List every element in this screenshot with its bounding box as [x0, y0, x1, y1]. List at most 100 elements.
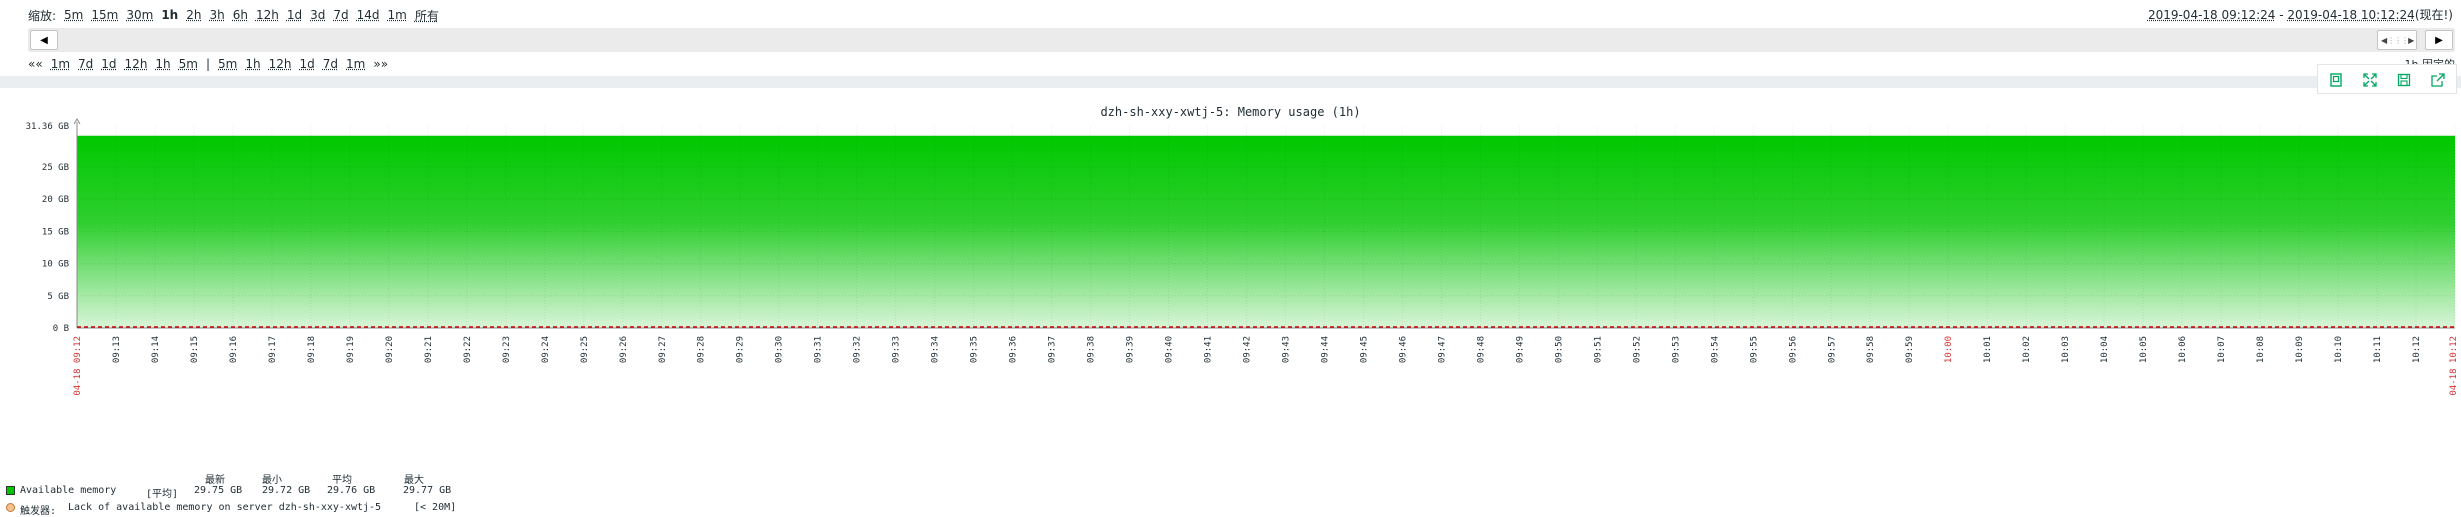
- nav-forward-link[interactable]: 1m: [346, 57, 365, 71]
- nav-back-link[interactable]: 1m: [51, 57, 70, 71]
- x-tick-label: 09:15: [190, 336, 200, 363]
- nav-forward-link[interactable]: 1h: [245, 57, 260, 71]
- fullscreen-button[interactable]: [2354, 67, 2386, 93]
- x-tick-label: 09:14: [151, 336, 161, 363]
- x-tick-label: 09:21: [424, 336, 434, 363]
- x-tick-label: 10:09: [2295, 336, 2305, 363]
- x-tick-label: 09:36: [1009, 336, 1019, 363]
- x-tick-label: 09:56: [1788, 336, 1798, 363]
- nav-back-link[interactable]: 5m: [179, 57, 198, 71]
- x-tick-label: 09:20: [385, 336, 395, 363]
- legend-series-func: [平均]: [146, 489, 179, 500]
- x-tick-label: 09:53: [1671, 336, 1681, 363]
- trigger-dot-icon: [6, 503, 15, 512]
- x-tick-label: 10:11: [2373, 336, 2383, 363]
- x-tick-label: 09:57: [1827, 336, 1837, 363]
- zoom-option[interactable]: 所有: [415, 7, 439, 24]
- x-tick-label: 09:51: [1593, 336, 1603, 363]
- share-icon: [2431, 73, 2445, 87]
- timeline-scrollbar[interactable]: ◀ ◀ ⋮⋮⋮ ▶ ▶: [28, 28, 2455, 52]
- x-tick-label: 09:41: [1204, 336, 1214, 363]
- x-tick-label: 09:30: [775, 336, 785, 363]
- x-tick-label: 09:35: [970, 336, 980, 363]
- zoom-option[interactable]: 7d: [333, 8, 348, 22]
- x-tick-label: 10:00: [1944, 336, 1954, 363]
- nav-forward-icon: »»: [373, 57, 389, 71]
- legend-header-max: 最大: [404, 475, 424, 486]
- zoom-option[interactable]: 2h: [186, 8, 201, 22]
- y-tick-label: 10 GB: [42, 260, 69, 270]
- x-tick-label: 09:38: [1087, 336, 1097, 363]
- timeline-handle[interactable]: ◀ ⋮⋮⋮ ▶: [2377, 30, 2417, 50]
- y-tick-label: 20 GB: [42, 195, 69, 205]
- x-tick-label: 10:01: [1983, 336, 1993, 363]
- zoom-option[interactable]: 1m: [388, 8, 407, 22]
- header-divider: [0, 76, 2461, 88]
- x-tick-label: 09:29: [736, 336, 746, 363]
- legend-header-min: 最小: [262, 475, 282, 486]
- add-favourite-button[interactable]: [2320, 67, 2352, 93]
- x-tick-label: 10:07: [2217, 336, 2227, 363]
- zoom-option[interactable]: 3h: [209, 8, 224, 22]
- zoom-option[interactable]: 12h: [256, 8, 279, 22]
- graph-canvas: 25 GB 20 GB 15 GB 10 GB 5 GB 0 B 31.36 GB 04-18…: [26, 118, 2459, 396]
- period-display: 2019-04-18 09:12:24 - 2019-04-18 10:12:2…: [2148, 6, 2453, 23]
- period-navigation: «« 1m 7d 1d 12h 1h 5m | 5m 1h 12h 1d 7d 1m »»: [28, 56, 388, 72]
- x-tick-label: 09:49: [1515, 336, 1525, 363]
- x-tick-label: 09:50: [1554, 336, 1564, 363]
- nav-forward-link[interactable]: 12h: [269, 57, 292, 71]
- scroll-left-button[interactable]: ◀: [30, 30, 58, 50]
- zoom-option[interactable]: 1d: [287, 8, 302, 22]
- x-tick-label: 09:27: [658, 336, 668, 363]
- period-from[interactable]: 2019-04-18 09:12:24: [2148, 8, 2275, 22]
- chevron-left-icon: ◀: [40, 34, 48, 46]
- zoom-option[interactable]: 15m: [91, 8, 118, 22]
- x-tick-label: 09:25: [580, 336, 590, 363]
- x-tick-label: 09:23: [502, 336, 512, 363]
- nav-back-link[interactable]: 7d: [78, 57, 93, 71]
- series-area-available-memory: [77, 136, 2455, 328]
- x-tick-label: 09:19: [346, 336, 356, 363]
- zoom-option[interactable]: 30m: [126, 8, 153, 22]
- nav-back-link[interactable]: 1d: [101, 57, 116, 71]
- x-end-label: 04-18 10:12: [2449, 336, 2459, 396]
- legend-series-min: 29.72 GB: [262, 485, 311, 496]
- x-tick-label: 10:04: [2100, 336, 2110, 363]
- x-tick-label: 10:06: [2178, 336, 2188, 363]
- zoom-option[interactable]: 1h: [161, 8, 178, 22]
- x-tick-label: 09:42: [1243, 336, 1253, 363]
- x-tick-label: 09:43: [1281, 336, 1291, 363]
- grip-icon: ⋮⋮⋮: [2387, 35, 2409, 45]
- zoom-option[interactable]: 14d: [357, 8, 380, 22]
- nav-separator: |: [206, 57, 211, 71]
- zoom-label: 缩放:: [28, 8, 57, 23]
- legend-series-name: Available memory: [20, 485, 117, 496]
- zoom-option[interactable]: 5m: [64, 8, 83, 22]
- x-tick-label: 09:40: [1165, 336, 1175, 363]
- legend-header: 最新 最小 平均 最大: [6, 471, 706, 486]
- period-to[interactable]: 2019-04-18 10:12:24: [2287, 8, 2414, 22]
- zoom-option[interactable]: 3d: [310, 8, 325, 22]
- nav-forward-link[interactable]: 1d: [300, 57, 315, 71]
- nav-back-link[interactable]: 1h: [155, 57, 170, 71]
- x-tick-label: 09:31: [814, 336, 824, 363]
- zoom-option[interactable]: 6h: [233, 8, 248, 22]
- nav-back-link[interactable]: 12h: [125, 57, 148, 71]
- x-tick-label: 10:10: [2334, 336, 2344, 363]
- expand-icon: [2363, 73, 2377, 87]
- legend-header-avg: 平均: [332, 475, 352, 486]
- trigger-text: Lack of available memory on server dzh-s…: [68, 502, 382, 513]
- legend-series-last: 29.75 GB: [194, 485, 243, 496]
- scroll-right-button[interactable]: ▶: [2425, 30, 2453, 50]
- x-tick-label: 09:52: [1632, 336, 1642, 363]
- nav-forward-link[interactable]: 7d: [323, 57, 338, 71]
- x-tick-label: 10:02: [2022, 336, 2032, 363]
- memory-usage-graph[interactable]: dzh-sh-xxy-xwtj-5: Memory usage (1h) 25 …: [0, 96, 2461, 517]
- x-tick-label: 09:17: [268, 336, 278, 363]
- save-image-button[interactable]: [2388, 67, 2420, 93]
- x-tick-label: 09:46: [1398, 336, 1408, 363]
- x-tick-label: 10:12: [2412, 336, 2422, 363]
- nav-forward-link[interactable]: 5m: [218, 57, 237, 71]
- export-button[interactable]: [2422, 67, 2454, 93]
- graph-actions: [2317, 64, 2457, 94]
